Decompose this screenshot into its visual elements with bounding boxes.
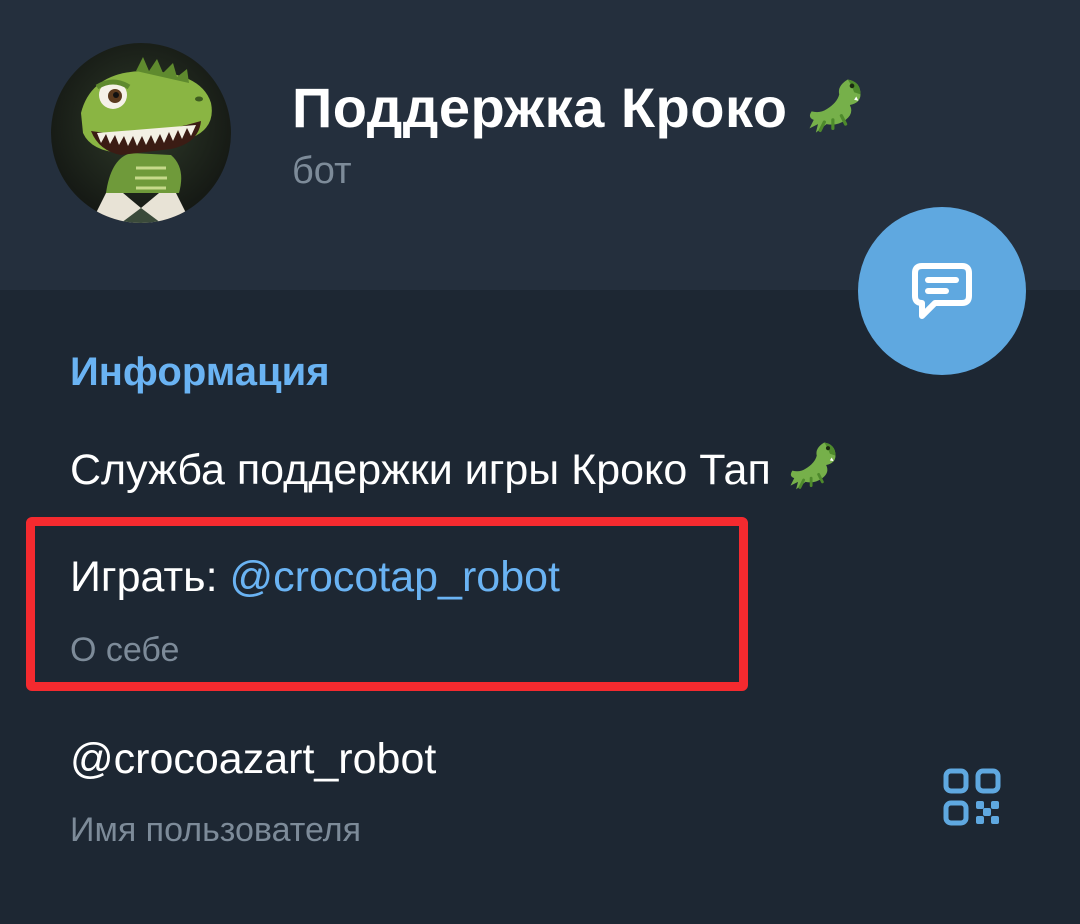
- profile-title-row: Поддержка Кроко: [292, 70, 869, 144]
- crocodile-emoji-icon: [783, 435, 843, 506]
- crocotap-bot-link[interactable]: @crocotap_robot: [229, 553, 560, 601]
- about-row: Играть: @crocotap_robot: [70, 553, 560, 602]
- about-caption: О себе: [70, 631, 180, 669]
- crocodile-avatar-image: [81, 57, 212, 223]
- bio-text-row: Служба поддержки игры Кроко Тап: [70, 440, 843, 500]
- profile-avatar[interactable]: [51, 43, 231, 223]
- profile-status: бот: [292, 150, 352, 192]
- qr-code-icon: [943, 768, 1001, 826]
- profile-name: Поддержка Кроко: [292, 75, 788, 139]
- username-caption: Имя пользователя: [70, 811, 361, 849]
- message-icon: [912, 263, 972, 319]
- about-prefix: Играть:: [70, 553, 230, 601]
- crocodile-emoji-icon: [801, 71, 869, 144]
- username-value[interactable]: @crocoazart_robot: [70, 735, 436, 784]
- send-message-button[interactable]: [858, 207, 1026, 375]
- info-section-title: Информация: [70, 350, 330, 394]
- qr-code-button[interactable]: [942, 767, 1002, 827]
- bio-text: Служба поддержки игры Кроко Тап: [70, 445, 771, 494]
